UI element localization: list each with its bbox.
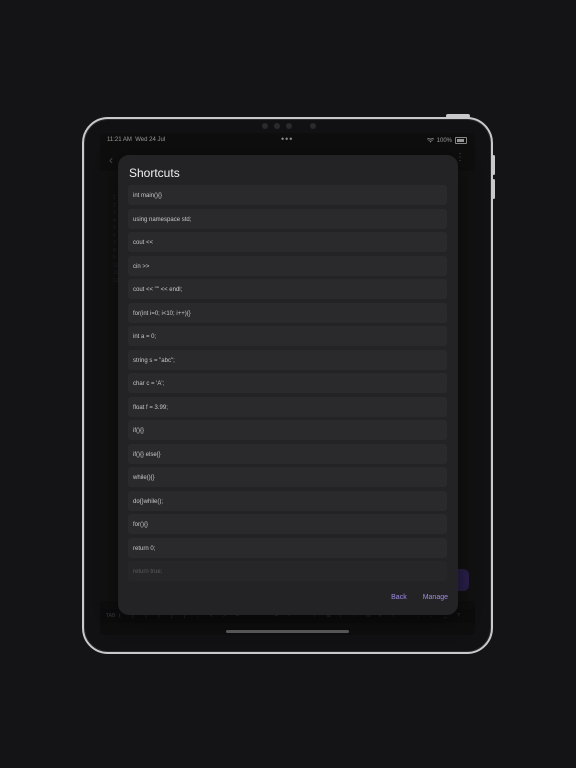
shortcut-item[interactable]: if(){} else{}: [128, 443, 447, 464]
shortcut-item[interactable]: char c = 'A';: [128, 373, 447, 393]
volume-up-button: [492, 155, 495, 175]
shortcut-item[interactable]: do{}while();: [128, 490, 447, 511]
shortcuts-dialog: Shortcuts int main(){} using namespace st…: [118, 155, 458, 615]
dialog-actions: Back Manage: [391, 594, 448, 601]
shortcut-item[interactable]: for(int i=0; i<10; i++){}: [128, 302, 447, 323]
shortcut-item[interactable]: int main(){}: [128, 185, 447, 205]
shortcut-item[interactable]: return true;: [128, 561, 447, 581]
shortcut-item[interactable]: int a = 0;: [128, 326, 447, 346]
top-button: [446, 114, 470, 118]
manage-button[interactable]: Manage: [423, 594, 448, 601]
back-button[interactable]: Back: [391, 594, 407, 601]
dialog-title: Shortcuts: [129, 166, 180, 180]
shortcut-item[interactable]: cin >>: [128, 255, 447, 276]
volume-down-button: [492, 179, 495, 199]
shortcut-item[interactable]: while(){}: [128, 467, 447, 487]
shortcut-item[interactable]: for(){}: [128, 514, 447, 534]
shortcut-item[interactable]: return 0;: [128, 537, 447, 558]
shortcut-item[interactable]: using namespace std;: [128, 208, 447, 229]
shortcut-item[interactable]: if(){}: [128, 420, 447, 440]
shortcut-item[interactable]: float f = 3.99;: [128, 396, 447, 417]
shortcut-item[interactable]: cout <<: [128, 232, 447, 252]
shortcut-item[interactable]: cout << "" << endl;: [128, 279, 447, 299]
camera: [258, 122, 318, 130]
shortcut-item[interactable]: string s = "abc";: [128, 349, 447, 370]
